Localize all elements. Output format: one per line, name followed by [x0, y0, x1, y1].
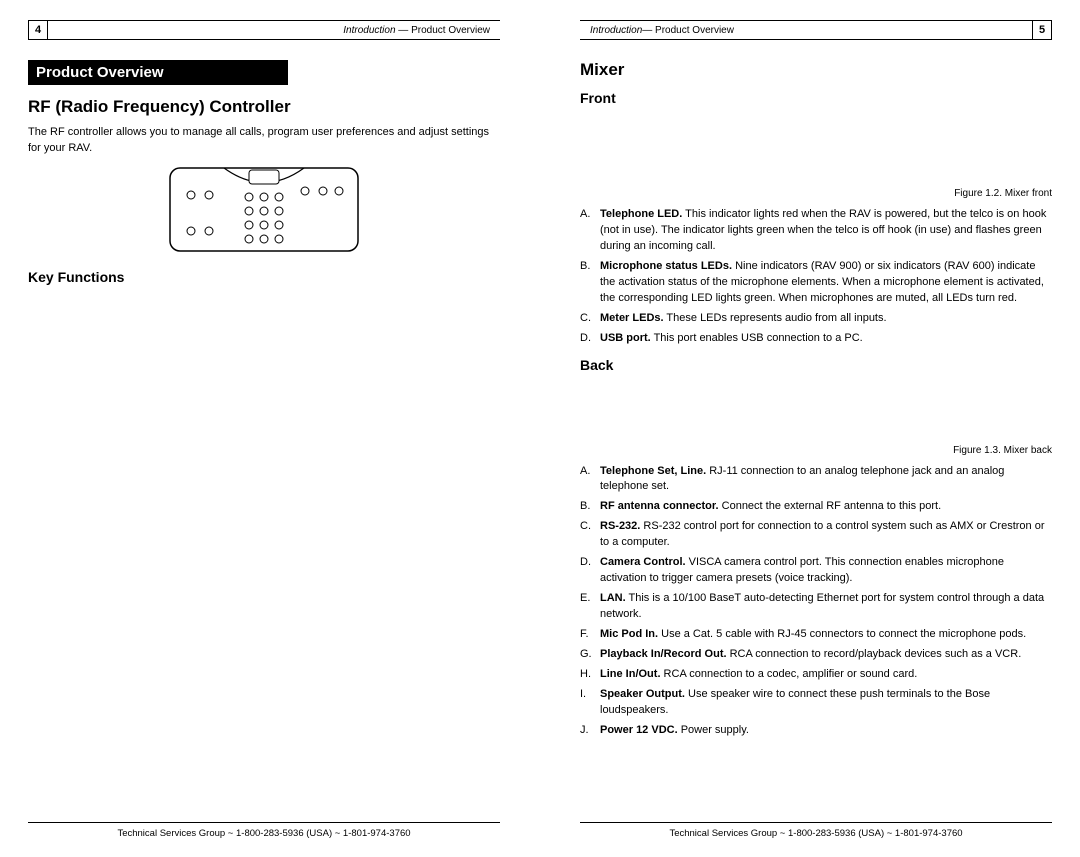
front-def-content: USB port. This port enables USB connecti…: [600, 331, 1052, 347]
back-def-desc: Use a Cat. 5 cable with RJ-45 connectors…: [658, 628, 1026, 640]
back-def-letter: F.: [580, 627, 600, 643]
front-heading: Front: [580, 90, 1052, 106]
back-def-term: Playback In/Record Out.: [600, 648, 727, 660]
front-def-letter: B.: [580, 259, 600, 307]
page-left: 4 Introduction — Product Overview Produc…: [0, 0, 540, 857]
back-def-content: Line In/Out. RCA connection to a codec, …: [600, 667, 1052, 683]
front-def-letter: D.: [580, 331, 600, 347]
page-spread: 4 Introduction — Product Overview Produc…: [0, 0, 1080, 857]
header-italic-r: Introduction: [590, 25, 642, 36]
back-heading: Back: [580, 357, 1052, 373]
key-functions-heading: Key Functions: [28, 269, 500, 285]
back-def-content: Playback In/Record Out. RCA connection t…: [600, 647, 1052, 663]
front-def-desc: These LEDs represents audio from all inp…: [664, 312, 887, 324]
back-def-content: Mic Pod In. Use a Cat. 5 cable with RJ-4…: [600, 627, 1052, 643]
back-def-desc: RCA connection to a codec, amplifier or …: [661, 668, 918, 680]
back-def-item: H.Line In/Out. RCA connection to a codec…: [580, 667, 1052, 683]
back-def-item: J.Power 12 VDC. Power supply.: [580, 723, 1052, 739]
back-def-item: A.Telephone Set, Line. RJ-11 connection …: [580, 464, 1052, 496]
back-def-desc: RCA connection to record/playback device…: [727, 648, 1022, 660]
header-italic: Introduction: [343, 25, 395, 36]
back-def-letter: I.: [580, 687, 600, 719]
mixer-heading: Mixer: [580, 60, 1052, 80]
back-def-letter: D.: [580, 555, 600, 587]
back-def-item: F.Mic Pod In. Use a Cat. 5 cable with RJ…: [580, 627, 1052, 643]
back-def-letter: B.: [580, 499, 600, 515]
header-text-left: Introduction — Product Overview: [48, 25, 500, 36]
front-def-item: C.Meter LEDs. These LEDs represents audi…: [580, 311, 1052, 327]
front-def-item: A.Telephone LED. This indicator lights r…: [580, 207, 1052, 255]
page-number-right: 5: [1032, 20, 1052, 40]
back-def-content: Speaker Output. Use speaker wire to conn…: [600, 687, 1052, 719]
header-left: 4 Introduction — Product Overview: [28, 20, 500, 40]
page-number-left: 4: [28, 20, 48, 40]
front-def-term: Microphone status LEDs.: [600, 260, 732, 272]
back-def-item: C.RS-232. RS-232 control port for connec…: [580, 519, 1052, 551]
mixer-back-caption: Figure 1.3. Mixer back: [580, 445, 1052, 456]
back-def-content: Camera Control. VISCA camera control por…: [600, 555, 1052, 587]
mixer-front-figure-space: [580, 114, 1052, 184]
back-def-item: D.Camera Control. VISCA camera control p…: [580, 555, 1052, 587]
front-def-letter: A.: [580, 207, 600, 255]
back-def-desc: Connect the external RF antenna to this …: [719, 500, 942, 512]
back-def-term: Speaker Output.: [600, 688, 685, 700]
header-rest: — Product Overview: [396, 25, 490, 36]
rf-controller-icon: [169, 167, 359, 252]
controller-figure: [28, 167, 500, 255]
back-def-content: RF antenna connector. Connect the extern…: [600, 499, 1052, 515]
back-def-term: Line In/Out.: [600, 668, 661, 680]
front-def-letter: C.: [580, 311, 600, 327]
front-def-desc: This port enables USB connection to a PC…: [651, 332, 863, 344]
back-def-item: B.RF antenna connector. Connect the exte…: [580, 499, 1052, 515]
back-def-content: LAN. This is a 10/100 BaseT auto-detecti…: [600, 591, 1052, 623]
back-def-desc: RS-232 control port for connection to a …: [600, 520, 1044, 548]
front-def-term: Telephone LED.: [600, 208, 682, 220]
mixer-front-caption: Figure 1.2. Mixer front: [580, 188, 1052, 199]
back-def-term: RF antenna connector.: [600, 500, 719, 512]
back-def-item: I.Speaker Output. Use speaker wire to co…: [580, 687, 1052, 719]
page-right: Introduction— Product Overview 5 Mixer F…: [540, 0, 1080, 857]
front-def-content: Telephone LED. This indicator lights red…: [600, 207, 1052, 255]
front-definition-list: A.Telephone LED. This indicator lights r…: [580, 207, 1052, 347]
back-def-desc: This is a 10/100 BaseT auto-detecting Et…: [600, 592, 1044, 620]
back-def-letter: C.: [580, 519, 600, 551]
header-rest-r: — Product Overview: [642, 25, 734, 36]
back-def-term: LAN.: [600, 592, 626, 604]
section-bar: Product Overview: [28, 60, 288, 85]
rf-controller-heading: RF (Radio Frequency) Controller: [28, 97, 500, 117]
front-def-item: D.USB port. This port enables USB connec…: [580, 331, 1052, 347]
back-def-term: Power 12 VDC.: [600, 724, 678, 736]
front-def-content: Microphone status LEDs. Nine indicators …: [600, 259, 1052, 307]
rf-intro: The RF controller allows you to manage a…: [28, 125, 500, 157]
back-definition-list: A.Telephone Set, Line. RJ-11 connection …: [580, 464, 1052, 739]
back-def-letter: G.: [580, 647, 600, 663]
back-def-desc: Power supply.: [678, 724, 749, 736]
header-text-right: Introduction— Product Overview: [580, 25, 1032, 36]
front-def-item: B.Microphone status LEDs. Nine indicator…: [580, 259, 1052, 307]
back-def-content: RS-232. RS-232 control port for connecti…: [600, 519, 1052, 551]
back-def-letter: A.: [580, 464, 600, 496]
back-def-content: Telephone Set, Line. RJ-11 connection to…: [600, 464, 1052, 496]
back-def-term: Mic Pod In.: [600, 628, 658, 640]
back-def-letter: J.: [580, 723, 600, 739]
back-def-item: G.Playback In/Record Out. RCA connection…: [580, 647, 1052, 663]
footer-left: Technical Services Group ~ 1-800-283-593…: [28, 822, 500, 839]
front-def-term: Meter LEDs.: [600, 312, 664, 324]
mixer-back-figure-space: [580, 381, 1052, 441]
header-right: Introduction— Product Overview 5: [580, 20, 1052, 40]
back-def-letter: H.: [580, 667, 600, 683]
back-def-term: RS-232.: [600, 520, 640, 532]
back-def-term: Camera Control.: [600, 556, 686, 568]
footer-right: Technical Services Group ~ 1-800-283-593…: [580, 822, 1052, 839]
back-def-term: Telephone Set, Line.: [600, 465, 706, 477]
front-def-content: Meter LEDs. These LEDs represents audio …: [600, 311, 1052, 327]
back-def-letter: E.: [580, 591, 600, 623]
back-def-item: E.LAN. This is a 10/100 BaseT auto-detec…: [580, 591, 1052, 623]
front-def-term: USB port.: [600, 332, 651, 344]
back-def-content: Power 12 VDC. Power supply.: [600, 723, 1052, 739]
